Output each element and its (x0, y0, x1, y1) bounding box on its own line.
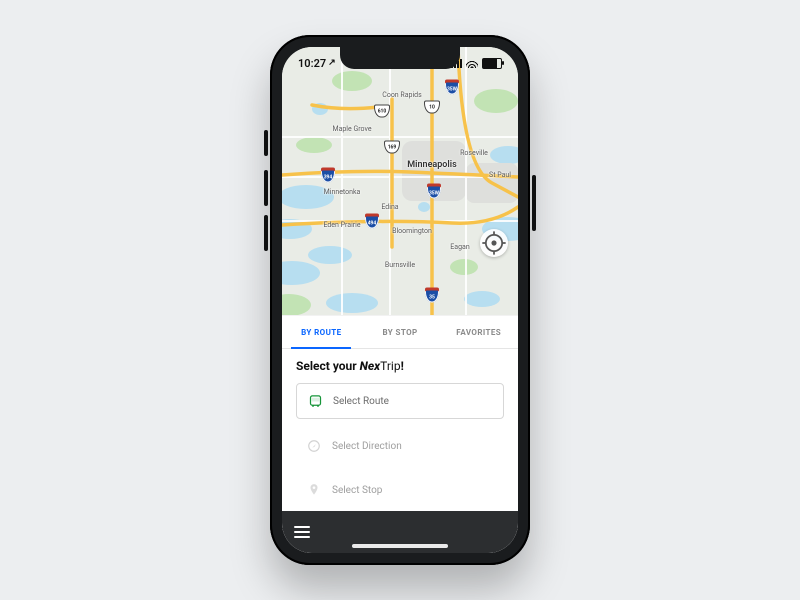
direction-picker[interactable]: Select Direction (296, 429, 504, 463)
map-city-label: St Paul (489, 171, 511, 179)
headline-brand-bold: Nex (360, 359, 380, 373)
map-city-label: Coon Rapids (382, 91, 421, 99)
map-city-label: Maple Grove (332, 125, 371, 133)
tab-favorites-label: FAVORITES (456, 328, 501, 337)
pin-icon (306, 482, 322, 498)
map-city-label: Minneapolis (407, 160, 456, 170)
tab-bar: BY ROUTE BY STOP FAVORITES (282, 316, 518, 349)
side-button-vol-dn (264, 215, 268, 251)
home-indicator[interactable] (352, 544, 448, 548)
status-time: 10:27 (298, 57, 326, 70)
locate-icon (480, 229, 508, 257)
side-button-silence (264, 130, 268, 156)
tab-by-route[interactable]: BY ROUTE (282, 316, 361, 348)
phone-frame: 10:27 ↗ (270, 35, 530, 565)
highway-shield-icon: 35W (445, 80, 459, 95)
menu-button[interactable] (294, 526, 310, 538)
map-canvas (282, 47, 518, 317)
battery-icon (482, 58, 502, 69)
sheet-body: Select your NexTrip! Select Route (282, 349, 518, 513)
phone-screen: 10:27 ↗ (282, 47, 518, 553)
status-time-group: 10:27 ↗ (298, 57, 336, 70)
locate-me-button[interactable] (480, 229, 508, 257)
stop-picker[interactable]: Select Stop (296, 473, 504, 507)
bus-icon (307, 393, 323, 409)
map-city-label: Edina (381, 203, 398, 211)
headline-brand-light: Trip (380, 359, 400, 373)
headline-suffix: ! (401, 359, 404, 373)
side-button-vol-up (264, 170, 268, 206)
tab-by-stop[interactable]: BY STOP (361, 316, 440, 348)
tab-by-stop-label: BY STOP (382, 328, 417, 337)
map-city-label: Burnsville (385, 261, 415, 269)
compass-icon (306, 438, 322, 454)
map-view[interactable]: Coon Rapids Maple Grove Minneapolis Rosevil… (282, 47, 518, 317)
wifi-icon (466, 59, 478, 68)
route-picker[interactable]: Select Route (296, 383, 504, 419)
tab-favorites[interactable]: FAVORITES (439, 316, 518, 348)
route-picker-label: Select Route (333, 396, 389, 407)
phone-notch (340, 47, 460, 69)
map-city-label: Eden Prairie (323, 221, 360, 229)
map-city-label: Bloomington (392, 227, 432, 235)
side-button-power (532, 175, 536, 231)
location-services-icon: ↗ (328, 58, 336, 68)
headline: Select your NexTrip! (296, 359, 504, 373)
map-city-label: Minnetonka (324, 188, 361, 196)
map-city-label: Roseville (460, 149, 488, 157)
highway-shield-icon: 35W (427, 184, 441, 199)
direction-picker-label: Select Direction (332, 441, 402, 452)
stop-picker-label: Select Stop (332, 485, 382, 496)
headline-prefix: Select your (296, 359, 360, 373)
bottom-bar (282, 511, 518, 553)
tab-by-route-label: BY ROUTE (301, 328, 341, 337)
map-city-label: Eagan (450, 243, 469, 251)
